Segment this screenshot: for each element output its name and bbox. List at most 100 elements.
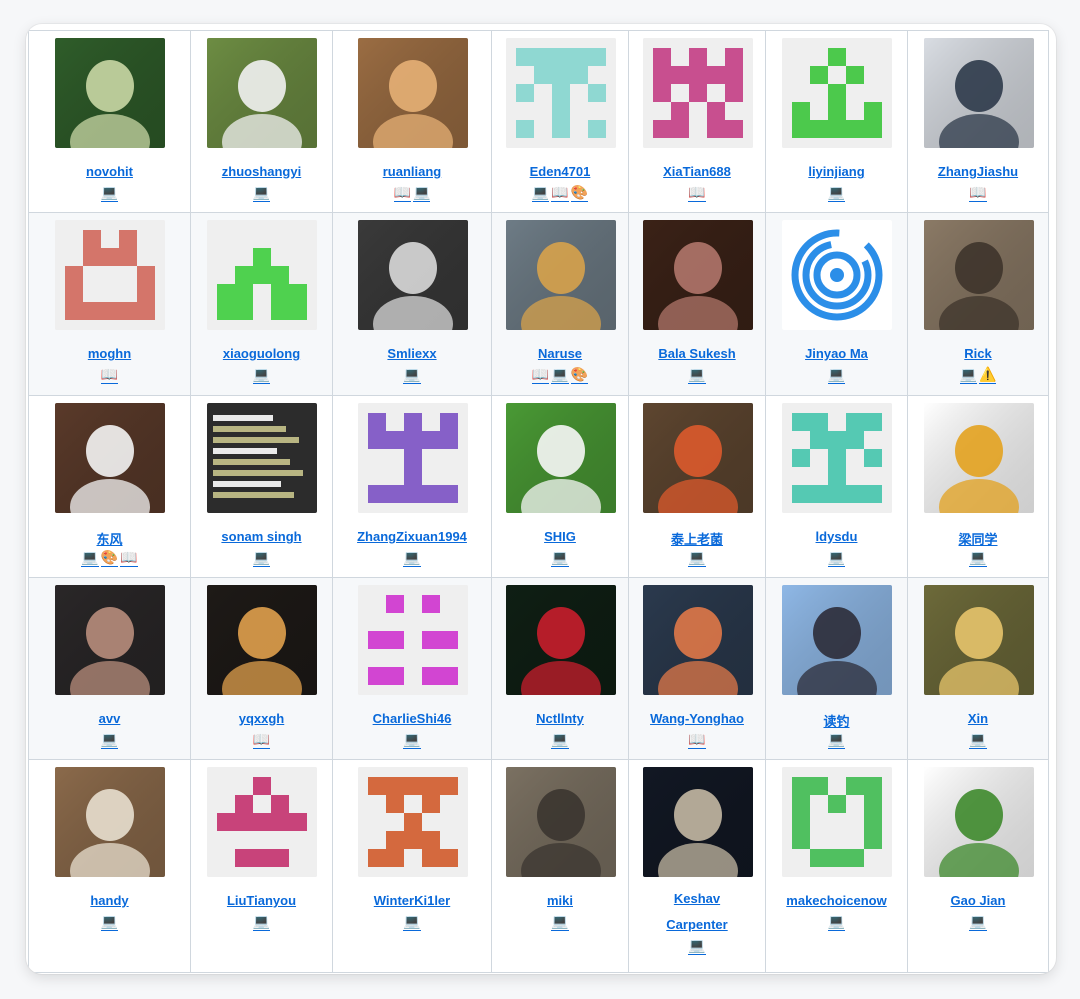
code-contribution-icon[interactable]: 💻 (688, 937, 706, 955)
contributor-username-link[interactable]: Naruse (492, 346, 628, 361)
doc-contribution-icon[interactable]: 📖 (252, 731, 271, 749)
contributor-username-link[interactable]: Keshav Carpenter (629, 886, 765, 938)
doc-contribution-icon[interactable]: 📖 (551, 184, 569, 202)
doc-contribution-icon[interactable]: 📖 (969, 184, 987, 202)
contributor-username-link[interactable]: Rick (908, 346, 1048, 361)
contributor-avatar[interactable] (207, 38, 317, 148)
code-contribution-icon[interactable]: 💻 (959, 366, 977, 384)
code-contribution-icon[interactable]: 💻 (403, 913, 421, 931)
contributor-username-link[interactable]: WinterKi1ler (333, 893, 491, 908)
contributor-username-link[interactable]: ZhangJiashu (908, 164, 1048, 179)
design-contribution-icon[interactable]: 🎨 (570, 184, 589, 202)
code-contribution-icon[interactable]: 💻 (413, 184, 431, 202)
contributor-username-link[interactable]: ZhangZixuan1994 (333, 529, 491, 544)
contributor-avatar[interactable] (643, 585, 753, 695)
contributor-avatar[interactable] (506, 220, 616, 330)
contributor-username-link[interactable]: 东风 (29, 529, 190, 548)
contributor-username-link[interactable]: yqxxgh (191, 711, 332, 726)
contributor-username-link[interactable]: LiuTianyou (191, 893, 332, 908)
contributor-avatar[interactable] (358, 767, 468, 877)
contributor-avatar[interactable] (55, 767, 165, 877)
contributor-username-link[interactable]: Smliexx (333, 346, 491, 361)
contributor-avatar[interactable] (924, 767, 1034, 877)
doc-contribution-icon[interactable]: 📖 (688, 731, 706, 749)
contributor-avatar[interactable] (782, 220, 892, 330)
contributor-avatar[interactable] (207, 403, 317, 513)
code-contribution-icon[interactable]: 💻 (403, 731, 421, 749)
contributor-avatar[interactable] (55, 585, 165, 695)
code-contribution-icon[interactable]: 💻 (100, 184, 119, 202)
contributor-username-link[interactable]: Nctllnty (492, 711, 628, 726)
code-contribution-icon[interactable]: 💻 (403, 549, 421, 567)
code-contribution-icon[interactable]: 💻 (551, 366, 569, 384)
code-contribution-icon[interactable]: 💻 (100, 731, 119, 749)
contributor-avatar[interactable] (358, 585, 468, 695)
contributor-avatar[interactable] (924, 220, 1034, 330)
contributor-username-link[interactable]: sonam singh (191, 529, 332, 544)
contributor-avatar[interactable] (207, 767, 317, 877)
contributor-avatar[interactable] (506, 403, 616, 513)
contributor-username-link[interactable]: Eden4701 (492, 164, 628, 179)
contributor-username-link[interactable]: miki (492, 893, 628, 908)
contributor-avatar[interactable] (506, 38, 616, 148)
contributor-avatar[interactable] (782, 403, 892, 513)
contributor-username-link[interactable]: XiaTian688 (629, 164, 765, 179)
code-contribution-icon[interactable]: 💻 (252, 549, 271, 567)
contributor-avatar[interactable] (358, 38, 468, 148)
contributor-avatar[interactable] (924, 585, 1034, 695)
contributor-username-link[interactable]: 读钓 (766, 711, 907, 730)
contributor-username-link[interactable]: SHIG (492, 529, 628, 544)
code-contribution-icon[interactable]: 💻 (551, 913, 569, 931)
contributor-avatar[interactable] (55, 38, 165, 148)
contributor-avatar[interactable] (506, 585, 616, 695)
code-contribution-icon[interactable]: 💻 (827, 549, 846, 567)
contributor-username-link[interactable]: zhuoshangyi (191, 164, 332, 179)
code-contribution-icon[interactable]: 💻 (252, 366, 271, 384)
code-contribution-icon[interactable]: 💻 (969, 913, 987, 931)
code-contribution-icon[interactable]: 💻 (969, 549, 987, 567)
code-contribution-icon[interactable]: 💻 (827, 913, 846, 931)
doc-contribution-icon[interactable]: 📖 (393, 184, 411, 202)
contributor-avatar[interactable] (55, 220, 165, 330)
code-contribution-icon[interactable]: 💻 (969, 731, 987, 749)
doc-contribution-icon[interactable]: 📖 (120, 549, 138, 567)
contributor-avatar[interactable] (924, 38, 1034, 148)
contributor-avatar[interactable] (782, 585, 892, 695)
design-contribution-icon[interactable]: 🎨 (570, 366, 589, 384)
contributor-username-link[interactable]: xiaoguolong (191, 346, 332, 361)
contributor-avatar[interactable] (207, 585, 317, 695)
code-contribution-icon[interactable]: 💻 (827, 184, 846, 202)
code-contribution-icon[interactable]: 💻 (551, 549, 569, 567)
bug-contribution-icon[interactable]: ⚠️ (979, 366, 997, 384)
contributor-avatar[interactable] (924, 403, 1034, 513)
contributor-username-link[interactable]: Xin (908, 711, 1048, 726)
code-contribution-icon[interactable]: 💻 (827, 731, 846, 749)
code-contribution-icon[interactable]: 💻 (688, 549, 706, 567)
contributor-username-link[interactable]: liyinjiang (766, 164, 907, 179)
contributor-username-link[interactable]: makechoicenow (766, 893, 907, 908)
code-contribution-icon[interactable]: 💻 (252, 184, 271, 202)
contributor-username-link[interactable]: ruanliang (333, 164, 491, 179)
contributor-username-link[interactable]: ldysdu (766, 529, 907, 544)
contributor-avatar[interactable] (782, 38, 892, 148)
contributor-username-link[interactable]: CharlieShi46 (333, 711, 491, 726)
contributor-avatar[interactable] (358, 220, 468, 330)
doc-contribution-icon[interactable]: 📖 (688, 184, 706, 202)
contributor-avatar[interactable] (506, 767, 616, 877)
code-contribution-icon[interactable]: 💻 (827, 366, 846, 384)
design-contribution-icon[interactable]: 🎨 (100, 549, 119, 567)
code-contribution-icon[interactable]: 💻 (252, 913, 271, 931)
contributor-username-link[interactable]: avv (29, 711, 190, 726)
code-contribution-icon[interactable]: 💻 (551, 731, 569, 749)
contributor-avatar[interactable] (643, 38, 753, 148)
contributor-avatar[interactable] (643, 220, 753, 330)
code-contribution-icon[interactable]: 💻 (100, 913, 119, 931)
doc-contribution-icon[interactable]: 📖 (531, 366, 550, 384)
contributor-username-link[interactable]: 泰上老菌 (629, 529, 765, 548)
contributor-username-link[interactable]: Jinyao Ma (766, 346, 907, 361)
contributor-username-link[interactable]: moghn (29, 346, 190, 361)
code-contribution-icon[interactable]: 💻 (688, 366, 706, 384)
doc-contribution-icon[interactable]: 📖 (100, 366, 119, 384)
contributor-username-link[interactable]: Bala Sukesh (629, 346, 765, 361)
contributor-avatar[interactable] (207, 220, 317, 330)
